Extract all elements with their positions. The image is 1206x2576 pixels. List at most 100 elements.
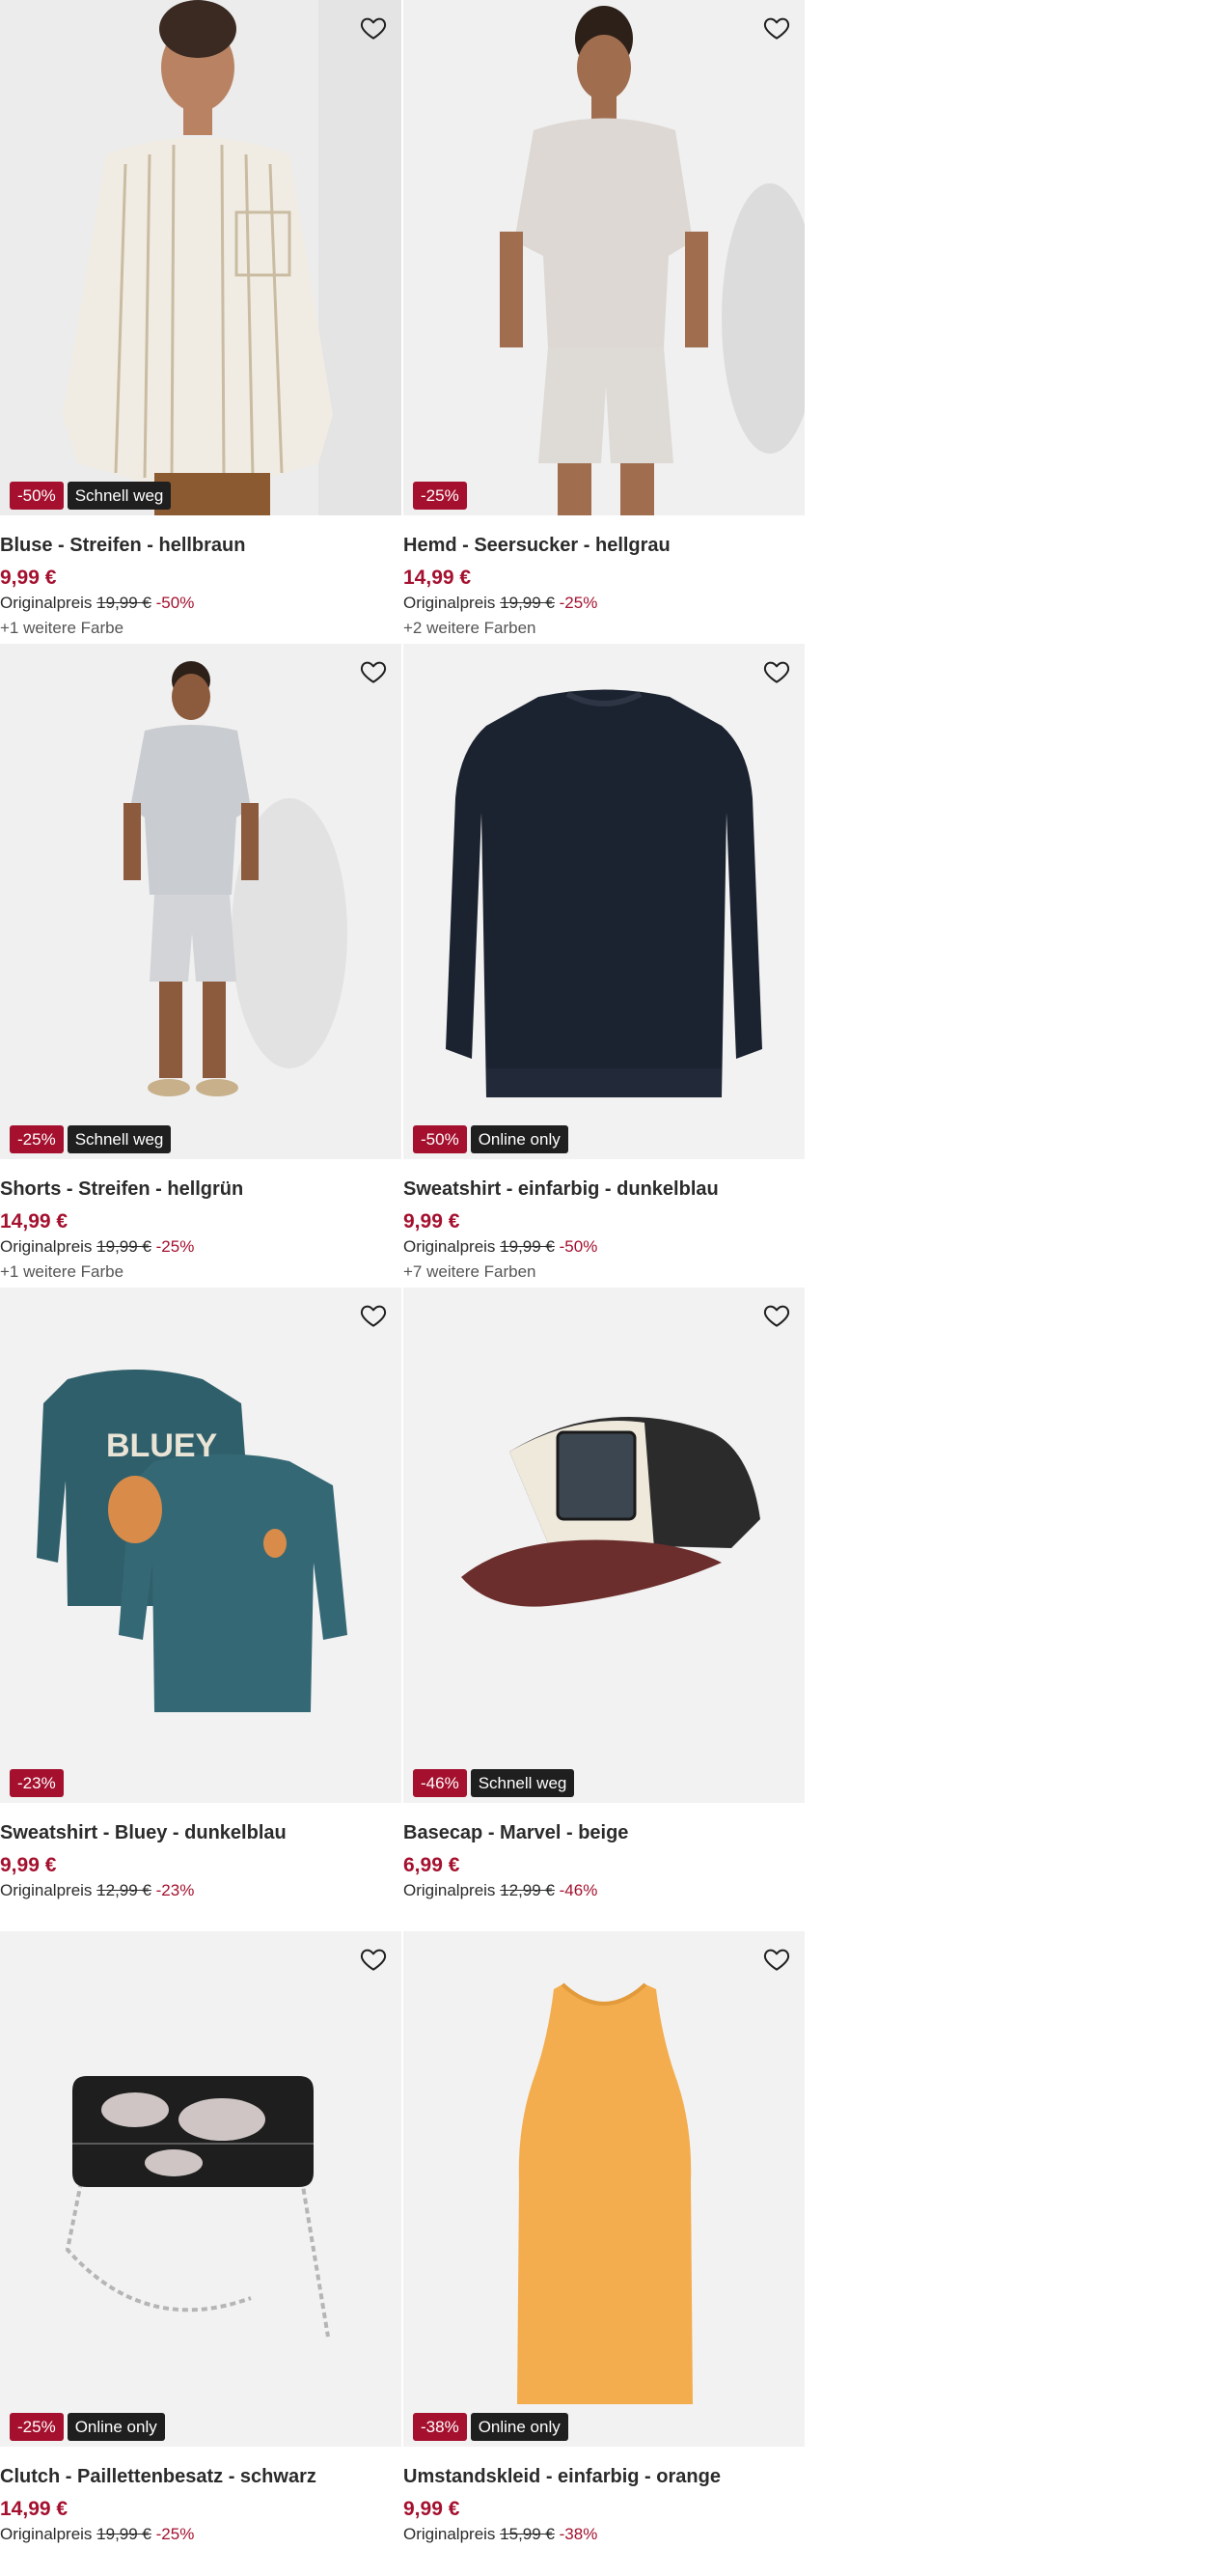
product-card[interactable]: -25% Schnell weg Shorts - Streifen - hel…: [0, 644, 401, 1288]
product-image[interactable]: -50% Online only: [403, 644, 805, 1159]
badge-row: -50% Schnell weg: [10, 482, 172, 510]
flag-badge: Online only: [470, 1125, 568, 1153]
discount-percent: -25%: [155, 2525, 195, 2543]
favorite-button[interactable]: [357, 655, 390, 688]
badge-row: -23%: [10, 1769, 64, 1797]
original-price-label: Originalpreis: [0, 1237, 93, 1256]
badge-row: -25% Schnell weg: [10, 1125, 172, 1153]
original-price: 19,99 €: [96, 2525, 151, 2543]
product-image[interactable]: -46% Schnell weg: [403, 1288, 805, 1803]
product-title[interactable]: Shorts - Streifen - hellgrün: [0, 1178, 401, 1201]
product-title[interactable]: Sweatshirt - Bluey - dunkelblau: [0, 1822, 401, 1844]
product-card[interactable]: BLUEY -23% Sweatshirt - Bluey - dunkelbl…: [0, 1288, 401, 1931]
favorite-button[interactable]: [357, 12, 390, 44]
discount-badge: -46%: [413, 1769, 467, 1797]
product-card[interactable]: -38% Online only Umstandskleid - einfarb…: [403, 1931, 805, 2575]
more-colors: +2 weitere Farben: [403, 619, 536, 637]
product-card[interactable]: -46% Schnell weg Basecap - Marvel - beig…: [403, 1288, 805, 1931]
discount-badge: -25%: [413, 482, 467, 510]
product-title[interactable]: Bluse - Streifen - hellbraun: [0, 535, 401, 557]
product-card[interactable]: -25% Hemd - Seersucker - hellgrau 14,99 …: [403, 0, 805, 644]
product-info: Shorts - Streifen - hellgrün 14,99 € Ori…: [0, 1159, 401, 1282]
more-colors: +1 weitere Farbe: [0, 619, 124, 637]
more-colors: +7 weitere Farben: [403, 1262, 536, 1281]
heart-outline-icon: [763, 1305, 790, 1327]
original-price-line: Originalpreis 15,99 € -38%: [403, 2525, 805, 2544]
product-image[interactable]: -25%: [403, 0, 805, 515]
product-title[interactable]: Sweatshirt - einfarbig - dunkelblau: [403, 1178, 805, 1201]
discount-badge: -25%: [10, 2413, 64, 2441]
sequin-clutch-image: [0, 1931, 401, 2447]
discount-badge: -38%: [413, 2413, 467, 2441]
woman-striped-blouse-image: [0, 0, 401, 515]
product-image[interactable]: -25% Online only: [0, 1931, 401, 2447]
original-price: 12,99 €: [500, 1881, 555, 1899]
heart-outline-icon: [360, 17, 387, 40]
badge-row: -50% Online only: [413, 1125, 568, 1153]
heart-outline-icon: [763, 661, 790, 683]
original-price-label: Originalpreis: [0, 594, 93, 612]
product-info: Hemd - Seersucker - hellgrau 14,99 € Ori…: [403, 515, 805, 638]
discount-badge: -50%: [10, 482, 64, 510]
man-light-grey-shirt-image: [403, 0, 805, 515]
original-price: 12,99 €: [96, 1881, 151, 1899]
original-price-label: Originalpreis: [0, 1881, 93, 1899]
original-price: 19,99 €: [96, 594, 151, 612]
favorite-button[interactable]: [760, 1299, 793, 1332]
product-info: Sweatshirt - einfarbig - dunkelblau 9,99…: [403, 1159, 805, 1282]
badge-row: -38% Online only: [413, 2413, 568, 2441]
product-title[interactable]: Basecap - Marvel - beige: [403, 1822, 805, 1844]
product-image[interactable]: -38% Online only: [403, 1931, 805, 2447]
product-image[interactable]: -50% Schnell weg: [0, 0, 401, 515]
original-price: 19,99 €: [500, 594, 555, 612]
favorite-button[interactable]: [357, 1299, 390, 1332]
original-price-label: Originalpreis: [403, 2525, 496, 2543]
favorite-button[interactable]: [357, 1943, 390, 1976]
product-card[interactable]: -50% Online only Sweatshirt - einfarbig …: [403, 644, 805, 1288]
flag-badge: Schnell weg: [67, 1125, 172, 1153]
original-price: 19,99 €: [500, 1237, 555, 1256]
product-title[interactable]: Umstandskleid - einfarbig - orange: [403, 2466, 805, 2488]
heart-outline-icon: [763, 1949, 790, 1971]
discount-percent: -50%: [155, 594, 195, 612]
flag-badge: Online only: [67, 2413, 165, 2441]
man-shirt-shorts-fullbody-image: [0, 644, 401, 1159]
flag-badge: Online only: [470, 2413, 568, 2441]
product-card[interactable]: -50% Schnell weg Bluse - Streifen - hell…: [0, 0, 401, 644]
product-image[interactable]: -25% Schnell weg: [0, 644, 401, 1159]
original-price-line: Originalpreis 19,99 € -25%: [403, 594, 805, 613]
discount-badge: -50%: [413, 1125, 467, 1153]
product-image[interactable]: BLUEY -23%: [0, 1288, 401, 1803]
original-price-line: Originalpreis 19,99 € -50%: [403, 1237, 805, 1257]
discount-badge: -23%: [10, 1769, 64, 1797]
favorite-button[interactable]: [760, 12, 793, 44]
discount-percent: -25%: [155, 1237, 195, 1256]
original-price-line: Originalpreis 19,99 € -50%: [0, 594, 401, 613]
discount-percent: -46%: [559, 1881, 598, 1899]
discount-percent: -38%: [559, 2525, 598, 2543]
svg-text:BLUEY: BLUEY: [106, 1427, 218, 1464]
flag-badge: Schnell weg: [470, 1769, 575, 1797]
flag-badge: Schnell weg: [67, 482, 172, 510]
favorite-button[interactable]: [760, 655, 793, 688]
favorite-button[interactable]: [760, 1943, 793, 1976]
product-title[interactable]: Clutch - Paillettenbesatz - schwarz: [0, 2466, 401, 2488]
product-price: 14,99 €: [403, 567, 472, 589]
heart-outline-icon: [360, 661, 387, 683]
product-title[interactable]: Hemd - Seersucker - hellgrau: [403, 535, 805, 557]
product-price: 9,99 €: [403, 2498, 460, 2520]
original-price-label: Originalpreis: [403, 594, 496, 612]
product-card[interactable]: -25% Online only Clutch - Paillettenbesa…: [0, 1931, 401, 2575]
product-grid: -50% Schnell weg Bluse - Streifen - hell…: [0, 0, 805, 2575]
badge-row: -46% Schnell weg: [413, 1769, 575, 1797]
product-price: 9,99 €: [403, 1210, 460, 1233]
discount-percent: -25%: [559, 594, 598, 612]
original-price-line: Originalpreis 12,99 € -46%: [403, 1881, 805, 1900]
product-info: Basecap - Marvel - beige 6,99 € Original…: [403, 1803, 805, 1900]
product-info: Clutch - Paillettenbesatz - schwarz 14,9…: [0, 2447, 401, 2544]
original-price-label: Originalpreis: [403, 1237, 496, 1256]
trucker-cap-image: [403, 1288, 805, 1803]
navy-sweatshirt-image: [403, 644, 805, 1159]
product-price: 6,99 €: [403, 1854, 460, 1876]
original-price-line: Originalpreis 19,99 € -25%: [0, 2525, 401, 2544]
